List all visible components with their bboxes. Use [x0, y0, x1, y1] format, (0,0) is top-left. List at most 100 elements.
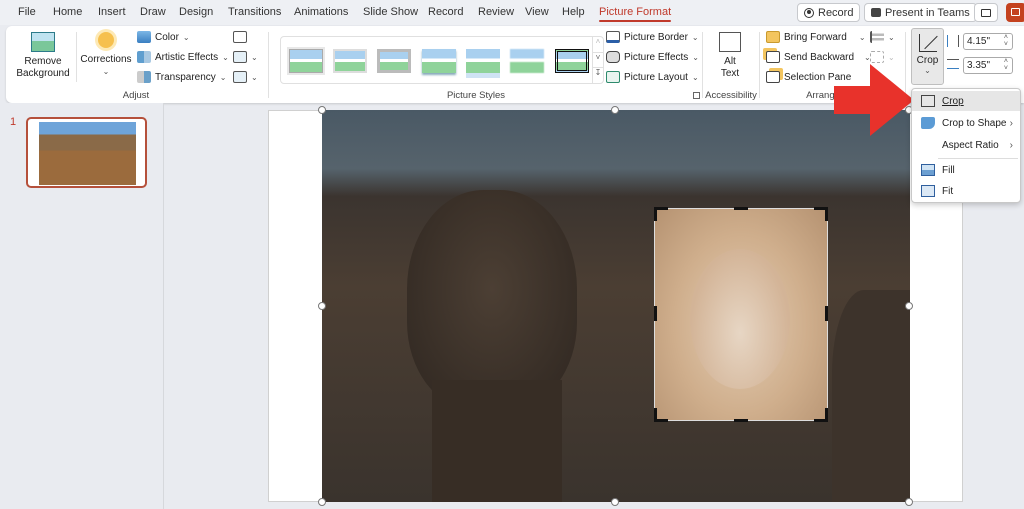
tab-slide-show[interactable]: Slide Show: [363, 6, 418, 18]
picture-style-1[interactable]: [289, 49, 323, 73]
alt-text-button[interactable]: Alt Text: [706, 32, 754, 80]
menu-item-crop-to-shape[interactable]: Crop to Shape ›: [912, 113, 1020, 133]
crop-handle-br-v[interactable]: [825, 408, 828, 422]
fit-icon: [921, 185, 935, 197]
tab-transitions[interactable]: Transitions: [228, 6, 281, 18]
transparency-label: Transparency: [155, 71, 216, 83]
picture-border-button[interactable]: Picture Border ⌄: [606, 31, 699, 43]
picture-layout-button[interactable]: Picture Layout ⌄: [606, 71, 699, 83]
record-button[interactable]: Record: [797, 3, 861, 22]
group-button[interactable]: ⌄: [870, 51, 895, 63]
gallery-more-icon[interactable]: ↧: [593, 67, 603, 82]
gallery-up-icon[interactable]: ˄: [593, 37, 603, 52]
resize-handle-left[interactable]: [318, 302, 326, 310]
send-backward-button[interactable]: Send Backward ⌄: [766, 51, 871, 63]
resize-handle-tl[interactable]: [318, 106, 326, 114]
tab-record[interactable]: Record: [428, 6, 463, 18]
tab-design[interactable]: Design: [179, 6, 213, 18]
remove-background-button[interactable]: Remove Background: [14, 32, 72, 80]
sun-icon: [98, 32, 114, 48]
group-label-picture-styles: Picture Styles: [446, 90, 506, 101]
width-field[interactable]: 3.35" ˄ ˅: [963, 57, 1013, 74]
picture-style-7[interactable]: [555, 49, 589, 73]
reset-picture-button[interactable]: ⌄: [233, 71, 258, 83]
tab-view[interactable]: View: [525, 6, 549, 18]
change-picture-button[interactable]: ⌄: [233, 51, 258, 63]
chevron-down-icon: ⌄: [182, 32, 190, 42]
menu-item-label: Aspect Ratio: [942, 139, 999, 151]
picture-style-5[interactable]: [466, 49, 500, 73]
resize-handle-right[interactable]: [905, 302, 913, 310]
menu-item-crop[interactable]: Crop: [912, 91, 1020, 111]
resize-handle-br[interactable]: [905, 498, 913, 506]
tab-home[interactable]: Home: [53, 6, 82, 18]
chevron-down-icon: ⌄: [102, 67, 110, 76]
bring-forward-icon: [766, 31, 780, 43]
dialog-launcher-icon[interactable]: [693, 92, 700, 99]
send-backward-icon: [766, 51, 780, 63]
picture-style-4[interactable]: [422, 49, 456, 73]
remove-background-label-2: Background: [16, 68, 70, 79]
alpaca-light-face: [690, 249, 790, 389]
tab-review[interactable]: Review: [478, 6, 514, 18]
bring-forward-button[interactable]: Bring Forward ⌄: [766, 31, 866, 43]
chevron-down-icon: ⌄: [251, 52, 258, 62]
fill-icon: [921, 164, 935, 176]
height-field[interactable]: 4.15" ˄ ˅: [963, 33, 1013, 50]
color-icon: [137, 31, 151, 43]
align-button[interactable]: ⌄: [870, 31, 895, 43]
picture-style-3[interactable]: [377, 49, 411, 73]
gallery-down-icon[interactable]: ˅: [593, 52, 603, 67]
crop-to-shape-icon: [921, 117, 935, 129]
menu-item-aspect-ratio[interactable]: Aspect Ratio ›: [912, 135, 1020, 155]
artistic-effects-button[interactable]: Artistic Effects ⌄: [137, 51, 229, 63]
crop-icon: [918, 34, 938, 52]
remove-background-label-1: Remove: [24, 56, 62, 67]
tab-picture-format[interactable]: Picture Format: [599, 6, 672, 22]
crop-handle-bl-v[interactable]: [654, 408, 657, 422]
separator: [702, 32, 703, 98]
menu-item-label: Fit: [942, 185, 954, 197]
change-picture-icon: [233, 51, 247, 63]
menu-item-fit[interactable]: Fit: [912, 181, 1020, 201]
slide-thumbnail-1[interactable]: [26, 117, 147, 188]
share-icon: [1011, 8, 1020, 16]
alpaca-right: [832, 290, 910, 502]
crop-handle-top[interactable]: [734, 207, 748, 210]
tab-file[interactable]: File: [18, 6, 36, 18]
width-icon: [947, 59, 959, 69]
crop-handle-tl-v[interactable]: [654, 207, 657, 221]
alt-text-icon: [719, 32, 741, 52]
compress-pictures-button[interactable]: [233, 31, 247, 43]
corrections-label: Corrections: [80, 54, 132, 65]
gallery-scroll[interactable]: ˄ ˅ ↧: [592, 37, 603, 83]
picture-style-2[interactable]: [333, 49, 367, 73]
picture-styles-gallery: [280, 36, 604, 84]
transparency-button[interactable]: Transparency ⌄: [137, 71, 226, 83]
present-in-teams-button[interactable]: Present in Teams: [864, 3, 977, 22]
present-label: Present in Teams: [885, 6, 970, 19]
crop-region[interactable]: [654, 208, 828, 421]
picture-style-6[interactable]: [510, 49, 544, 73]
reset-picture-icon: [233, 71, 247, 83]
resize-handle-bottom[interactable]: [611, 498, 619, 506]
tab-help[interactable]: Help: [562, 6, 585, 18]
tab-animations[interactable]: Animations: [294, 6, 348, 18]
resize-handle-top[interactable]: [611, 106, 619, 114]
crop-handle-right[interactable]: [825, 306, 828, 321]
alt-text-label-1: Alt: [724, 56, 736, 67]
crop-handle-bottom[interactable]: [734, 419, 748, 422]
crop-handle-left[interactable]: [654, 306, 657, 321]
crop-handle-tr-v[interactable]: [825, 207, 828, 221]
picture-effects-button[interactable]: Picture Effects ⌄: [606, 51, 699, 63]
comments-button[interactable]: [974, 3, 998, 22]
share-button[interactable]: [1006, 3, 1024, 22]
remove-background-icon: [31, 32, 55, 52]
menu-item-fill[interactable]: Fill: [912, 160, 1020, 180]
tab-draw[interactable]: Draw: [140, 6, 166, 18]
resize-handle-bl[interactable]: [318, 498, 326, 506]
tab-insert[interactable]: Insert: [98, 6, 126, 18]
corrections-button[interactable]: Corrections ⌄: [80, 30, 132, 78]
chevron-down-icon: ⌄: [691, 32, 699, 42]
color-button[interactable]: Color ⌄: [137, 31, 190, 43]
